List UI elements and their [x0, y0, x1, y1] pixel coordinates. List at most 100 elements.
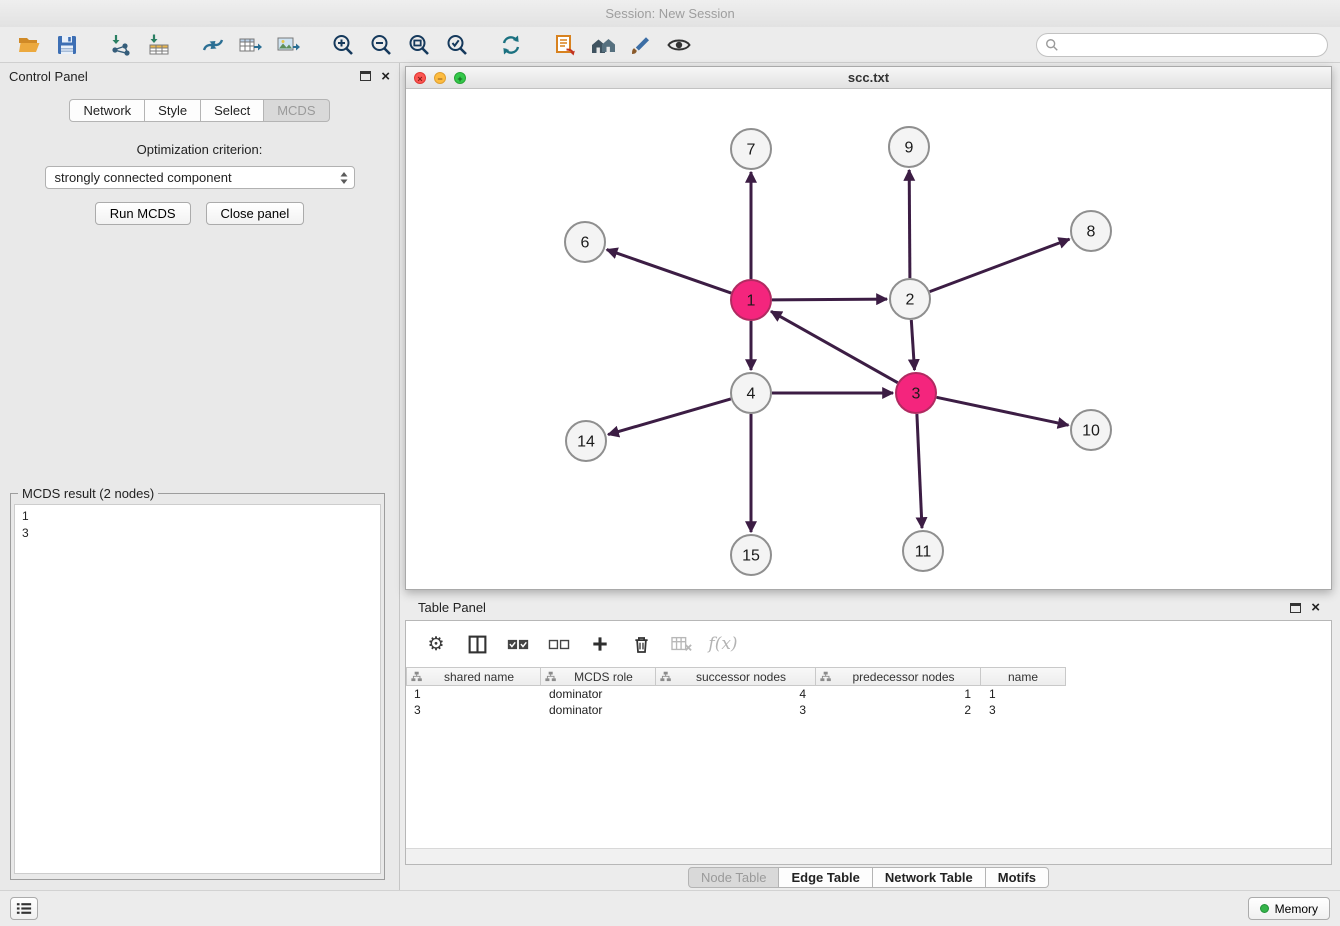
memory-label: Memory — [1275, 902, 1318, 916]
close-panel-icon[interactable]: × — [381, 69, 390, 84]
graph-edge-2-9[interactable] — [909, 170, 910, 278]
first-neighbors-button[interactable] — [546, 30, 584, 60]
tab-mcds[interactable]: MCDS — [264, 99, 329, 122]
close-panel-button[interactable]: Close panel — [206, 202, 305, 225]
float-panel-icon[interactable] — [360, 71, 371, 81]
graph-node-11[interactable]: 11 — [903, 531, 943, 571]
graph-node-4[interactable]: 4 — [731, 373, 771, 413]
network-arrows-icon — [200, 33, 226, 57]
tab-edge-table[interactable]: Edge Table — [779, 867, 872, 888]
column-edit-icon — [545, 671, 556, 682]
graph-edge-4-14[interactable] — [608, 399, 731, 435]
import-network-icon — [108, 33, 134, 57]
zoom-out-icon — [369, 33, 393, 57]
zoom-selected-button[interactable] — [438, 30, 476, 60]
zoom-window-button[interactable]: + — [454, 72, 466, 84]
column-header-name[interactable]: name — [981, 667, 1066, 686]
home-network-button[interactable] — [584, 30, 622, 60]
hide-panel-button[interactable] — [660, 30, 698, 60]
column-header-predecessor-nodes[interactable]: predecessor nodes — [816, 667, 981, 686]
graph-node-7[interactable]: 7 — [731, 129, 771, 169]
column-header-mcds-role[interactable]: MCDS role — [541, 667, 656, 686]
tab-network[interactable]: Network — [69, 99, 145, 122]
select-all-icon — [506, 636, 530, 653]
table-row[interactable]: 3dominator323 — [406, 702, 1331, 718]
refresh-view-button[interactable] — [492, 30, 530, 60]
graph-edge-1-6[interactable] — [607, 250, 732, 294]
table-empty-area — [406, 718, 1331, 848]
close-table-panel-icon[interactable]: × — [1311, 600, 1320, 615]
graph-edge-3-11[interactable] — [917, 414, 922, 528]
mcds-result-list[interactable]: 1 3 — [14, 504, 381, 874]
import-network-button[interactable] — [102, 30, 140, 60]
export-table-button[interactable] — [232, 30, 270, 60]
graph-edge-2-3[interactable] — [911, 320, 914, 370]
graph-node-2[interactable]: 2 — [890, 279, 930, 319]
refresh-icon — [499, 33, 523, 57]
delete-row-button[interactable] — [629, 632, 653, 656]
zoom-out-button[interactable] — [362, 30, 400, 60]
export-image-button[interactable] — [270, 30, 308, 60]
graph-node-10[interactable]: 10 — [1071, 410, 1111, 450]
graph-node-9[interactable]: 9 — [889, 127, 929, 167]
zoom-in-button[interactable] — [324, 30, 362, 60]
graph-node-8[interactable]: 8 — [1071, 211, 1111, 251]
column-header-shared-name[interactable]: shared name — [406, 667, 541, 686]
graph-node-15[interactable]: 15 — [731, 535, 771, 575]
tab-node-table[interactable]: Node Table — [688, 867, 780, 888]
table-cell: 3 — [981, 702, 1066, 718]
graph-node-label: 10 — [1082, 423, 1100, 440]
graph-edge-3-1[interactable] — [771, 311, 898, 382]
table-panel-body: ⚙ f(x) — [405, 620, 1332, 865]
graph-node-label: 2 — [906, 292, 915, 309]
graph-edge-3-10[interactable] — [937, 397, 1069, 425]
style-brush-button[interactable] — [622, 30, 660, 60]
save-floppy-icon — [55, 33, 79, 57]
window-title: Session: New Session — [605, 6, 734, 21]
delete-table-icon — [670, 634, 694, 654]
save-session-button[interactable] — [48, 30, 86, 60]
open-session-button[interactable] — [10, 30, 48, 60]
tab-motifs[interactable]: Motifs — [986, 867, 1049, 888]
mcds-result-group: MCDS result (2 nodes) 1 3 — [10, 493, 385, 880]
import-table-button[interactable] — [140, 30, 178, 60]
search-input[interactable] — [1064, 38, 1319, 52]
table-horizontal-scrollbar[interactable] — [406, 848, 1331, 864]
tab-network-table[interactable]: Network Table — [873, 867, 986, 888]
criterion-dropdown[interactable]: strongly connected component — [45, 166, 355, 189]
graph-edge-2-8[interactable] — [930, 239, 1070, 292]
table-settings-button[interactable]: ⚙ — [424, 632, 448, 656]
network-canvas[interactable]: 7 9 6 8 1 2 4 3 14 10 15 11 — [406, 89, 1331, 589]
add-row-button[interactable] — [588, 632, 612, 656]
graph-node-1[interactable]: 1 — [731, 280, 771, 320]
zoom-fit-button[interactable] — [400, 30, 438, 60]
search-field — [1036, 33, 1328, 57]
control-panel: Control Panel × Network Style Select MCD… — [0, 63, 400, 890]
run-mcds-button[interactable]: Run MCDS — [95, 202, 191, 225]
delete-table-button[interactable] — [670, 632, 694, 656]
graph-node-3[interactable]: 3 — [896, 373, 936, 413]
minimize-window-button[interactable]: − — [434, 72, 446, 84]
home-icon — [590, 33, 616, 57]
list-icon — [16, 902, 32, 915]
memory-button[interactable]: Memory — [1248, 897, 1330, 920]
close-window-button[interactable]: × — [414, 72, 426, 84]
load-network-button[interactable] — [194, 30, 232, 60]
graph-edge-1-2[interactable] — [772, 299, 887, 300]
column-visibility-button[interactable] — [465, 632, 489, 656]
deselect-all-button[interactable] — [547, 632, 571, 656]
optimization-criterion-label: Optimization criterion: — [0, 142, 399, 157]
float-table-panel-icon[interactable] — [1290, 603, 1301, 613]
table-row[interactable]: 1dominator411 — [406, 686, 1331, 702]
tab-style[interactable]: Style — [145, 99, 201, 122]
apply-function-button[interactable]: f(x) — [711, 632, 735, 656]
plus-icon — [590, 634, 610, 654]
select-all-button[interactable] — [506, 632, 530, 656]
task-history-button[interactable] — [10, 897, 38, 920]
application-window: Session: New Session — [0, 0, 1340, 926]
graph-node-6[interactable]: 6 — [565, 222, 605, 262]
graph-node-14[interactable]: 14 — [566, 421, 606, 461]
table-panel: Table Panel × ⚙ — [405, 595, 1332, 890]
column-header-successor-nodes[interactable]: successor nodes — [656, 667, 816, 686]
tab-select[interactable]: Select — [201, 99, 264, 122]
